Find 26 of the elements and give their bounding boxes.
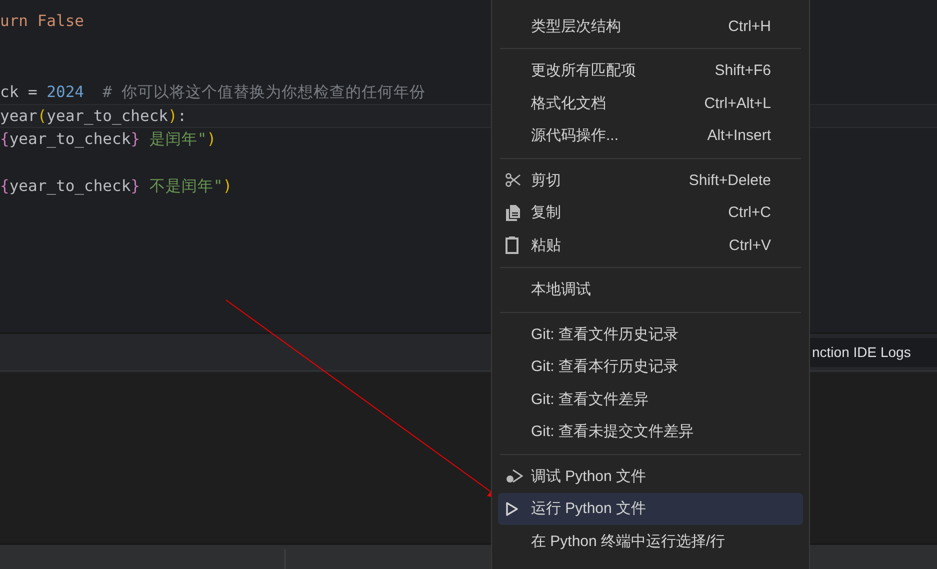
scissors-icon (505, 172, 521, 188)
menu-item[interactable]: 在 Python 终端中运行选择/行 (498, 525, 803, 558)
menu-item[interactable]: 源代码操作... Alt+Insert (498, 120, 803, 152)
code-line: {year_to_check} 是闰年") (0, 130, 216, 148)
code-line: year(year_to_check): (0, 107, 187, 125)
code-line: ck = 2024 # 你可以将这个值替换为你想检查的任何年份 (0, 82, 426, 100)
menu-item[interactable]: 类型层次结构 Ctrl+H (498, 10, 803, 42)
panel-tab[interactable]: nction IDE Logs (810, 338, 937, 366)
menu-item[interactable]: 剪切 Shift+Delete (498, 164, 803, 196)
code-line: urn False (0, 12, 84, 30)
menu-item[interactable]: 运行 Python 文件 (498, 492, 803, 525)
play-icon (505, 500, 519, 517)
menu-item[interactable]: 本地调试 (498, 274, 803, 306)
copy-icon (505, 204, 521, 222)
menu-item[interactable]: 复制 Ctrl+C (498, 196, 803, 229)
menu-item[interactable]: 粘贴 Ctrl+V (498, 229, 803, 262)
menu-item[interactable]: Git: 查看文件差异 (498, 383, 803, 416)
code-line: {year_to_check} 不是闰年") (0, 176, 232, 194)
debug-icon (505, 468, 523, 484)
menu-item[interactable]: Git: 查看文件历史记录 (498, 318, 803, 350)
menu-item[interactable]: Git: 查看本行历史记录 (498, 350, 803, 383)
clipboard-icon (505, 236, 519, 254)
menu-item[interactable]: 更改所有匹配项 Shift+F6 (498, 54, 803, 87)
menu-item[interactable]: Git: 查看未提交文件差异 (498, 416, 803, 448)
menu-item[interactable]: 格式化文档 Ctrl+Alt+L (498, 87, 803, 120)
menu-item[interactable]: 调试 Python 文件 (498, 460, 803, 492)
